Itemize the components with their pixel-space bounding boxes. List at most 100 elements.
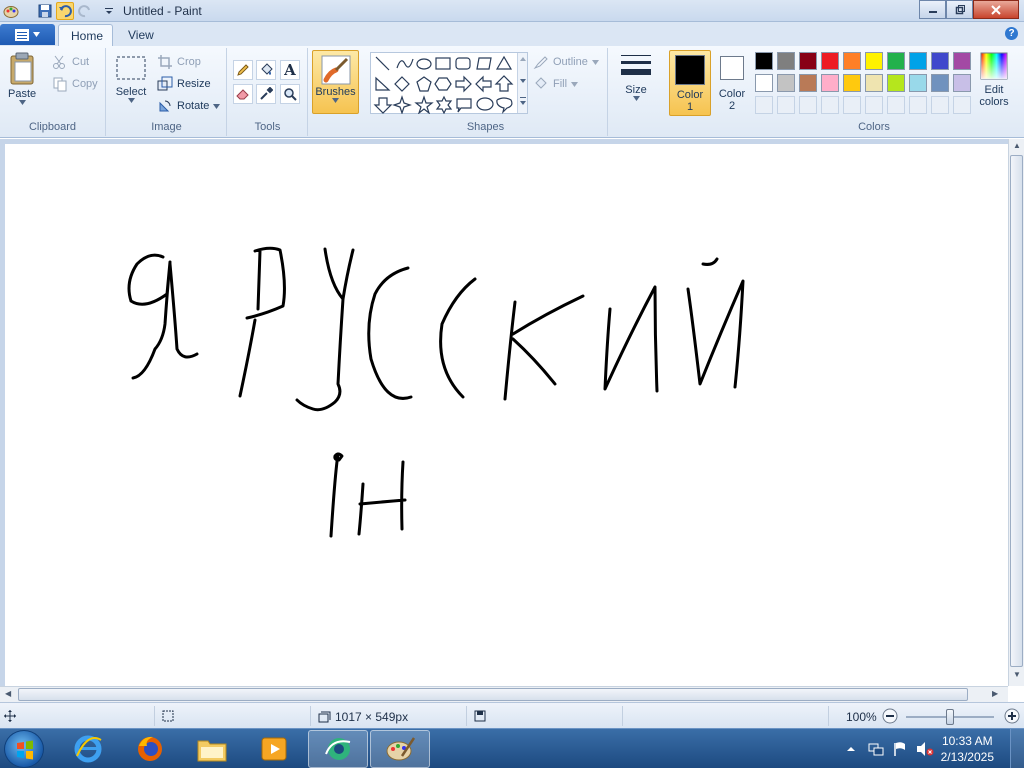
- eraser-icon[interactable]: [233, 84, 253, 104]
- shapes-gallery-scroll[interactable]: [517, 53, 527, 113]
- brush-icon: [321, 55, 350, 85]
- brushes-label: Brushes: [315, 86, 356, 98]
- horizontal-scroll-thumb[interactable]: [18, 688, 968, 701]
- custom-color-slot[interactable]: [909, 96, 927, 114]
- color-swatch[interactable]: [843, 52, 861, 70]
- color-swatch[interactable]: [909, 52, 927, 70]
- custom-color-slot[interactable]: [821, 96, 839, 114]
- color-swatch[interactable]: [821, 74, 839, 92]
- stroke-s1: [367, 266, 413, 400]
- undo-icon[interactable]: [56, 2, 74, 20]
- text-tool-icon[interactable]: A: [280, 60, 300, 80]
- custom-color-slot[interactable]: [931, 96, 949, 114]
- custom-color-slot[interactable]: [953, 96, 971, 114]
- horizontal-scrollbar[interactable]: ◀ ▶: [0, 686, 1008, 702]
- select-button[interactable]: Select: [115, 54, 147, 103]
- file-menu-button[interactable]: [0, 24, 55, 45]
- menu-tab-bar: Home View ?: [0, 22, 1024, 46]
- window-title: Untitled - Paint: [123, 4, 202, 18]
- maximize-button[interactable]: [946, 0, 973, 19]
- custom-color-slot[interactable]: [865, 96, 883, 114]
- color-picker-icon[interactable]: [256, 84, 276, 104]
- vertical-scrollbar[interactable]: ▲ ▼: [1008, 139, 1024, 686]
- internet-explorer-taskbar-button[interactable]: [58, 730, 118, 768]
- fill-bucket-icon[interactable]: [256, 60, 276, 80]
- paint-app-icon[interactable]: [2, 2, 20, 20]
- app-taskbar-button[interactable]: [308, 730, 368, 768]
- color-swatch[interactable]: [953, 74, 971, 92]
- paste-button[interactable]: Paste: [8, 52, 36, 105]
- rotate-button[interactable]: Rotate: [157, 96, 221, 116]
- color-swatch[interactable]: [865, 52, 883, 70]
- brushes-button[interactable]: Brushes: [312, 50, 359, 114]
- edit-colors-button[interactable]: Edit colors: [976, 52, 1012, 108]
- fill-button[interactable]: Fill: [533, 74, 579, 94]
- customize-toolbar-icon[interactable]: [100, 2, 118, 20]
- resize-button[interactable]: Resize: [157, 74, 211, 94]
- show-desktop-button[interactable]: [1010, 729, 1024, 768]
- taskbar: 10:33 AM 2/13/2025: [0, 728, 1024, 768]
- color-swatch[interactable]: [799, 74, 817, 92]
- paint-taskbar-button[interactable]: [370, 730, 430, 768]
- custom-color-slot[interactable]: [777, 96, 795, 114]
- media-player-taskbar-button[interactable]: [244, 730, 304, 768]
- chevron-down-icon: [591, 59, 599, 65]
- selection-size-icon: [162, 710, 174, 722]
- size-label: Size: [625, 84, 647, 96]
- color-swatch[interactable]: [887, 52, 905, 70]
- color-swatch[interactable]: [777, 52, 795, 70]
- custom-color-slot[interactable]: [755, 96, 773, 114]
- zoom-in-button[interactable]: [1004, 708, 1020, 724]
- stroke-i-small: [329, 452, 340, 538]
- file-explorer-taskbar-button[interactable]: [182, 730, 242, 768]
- edit-colors-label-line1: Edit: [984, 84, 1004, 96]
- network-icon: [868, 743, 884, 756]
- zoom-slider-thumb[interactable]: [946, 709, 954, 725]
- resize-label: Resize: [177, 78, 211, 90]
- scroll-up-arrow-icon[interactable]: ▲: [1013, 141, 1021, 150]
- drawing-canvas[interactable]: [5, 144, 1008, 686]
- crop-button[interactable]: Crop: [157, 52, 201, 72]
- color-swatch[interactable]: [887, 74, 905, 92]
- color-swatch[interactable]: [843, 74, 861, 92]
- help-icon[interactable]: ?: [1005, 27, 1018, 40]
- color-swatch[interactable]: [909, 74, 927, 92]
- color-swatch[interactable]: [865, 74, 883, 92]
- custom-color-slot[interactable]: [843, 96, 861, 114]
- color-swatch[interactable]: [777, 74, 795, 92]
- tab-view[interactable]: View: [116, 24, 166, 46]
- scroll-right-arrow-icon[interactable]: ▶: [992, 689, 998, 698]
- color-swatch[interactable]: [931, 52, 949, 70]
- resize-icon: [157, 76, 173, 91]
- chevron-down-icon: [33, 32, 40, 37]
- zoom-out-button[interactable]: [882, 708, 898, 724]
- cut-button[interactable]: Cut: [52, 52, 89, 72]
- color-swatch[interactable]: [821, 52, 839, 70]
- system-clock[interactable]: 10:33 AM 2/13/2025: [941, 733, 994, 765]
- color-swatch[interactable]: [799, 52, 817, 70]
- custom-color-slot[interactable]: [887, 96, 905, 114]
- stroke-ya-2: [168, 262, 199, 359]
- minimize-button[interactable]: [919, 0, 946, 19]
- vertical-scroll-thumb[interactable]: [1010, 155, 1023, 667]
- scroll-left-arrow-icon[interactable]: ◀: [5, 689, 11, 698]
- color-swatch[interactable]: [931, 74, 949, 92]
- save-icon[interactable]: [36, 2, 54, 20]
- six-point-star-shape-icon: [435, 95, 453, 114]
- custom-color-slot[interactable]: [799, 96, 817, 114]
- close-button[interactable]: [973, 0, 1019, 19]
- tab-home[interactable]: Home: [58, 24, 113, 46]
- outline-button[interactable]: Outline: [533, 52, 599, 72]
- firefox-taskbar-button[interactable]: [120, 730, 180, 768]
- color-swatch[interactable]: [755, 52, 773, 70]
- size-button[interactable]: Size: [616, 52, 656, 101]
- redo-icon[interactable]: [76, 2, 94, 20]
- pencil-icon[interactable]: [233, 60, 253, 80]
- magnifier-icon[interactable]: [280, 84, 300, 104]
- start-button[interactable]: [4, 730, 44, 768]
- copy-button[interactable]: Copy: [52, 74, 98, 94]
- image-group-label: Image: [151, 121, 182, 133]
- scroll-down-arrow-icon[interactable]: ▼: [1013, 670, 1021, 679]
- color-swatch[interactable]: [953, 52, 971, 70]
- color-swatch[interactable]: [755, 74, 773, 92]
